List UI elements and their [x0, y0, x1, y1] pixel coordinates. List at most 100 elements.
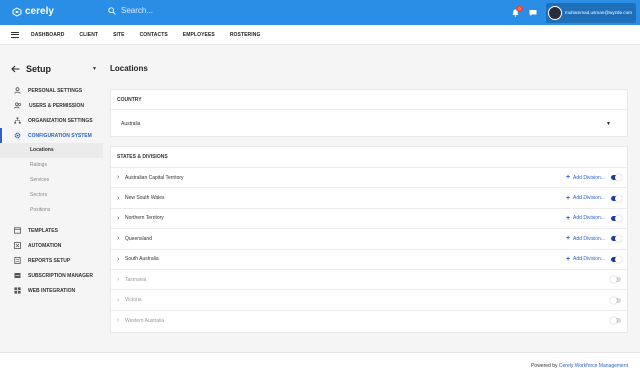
- sidebar-item-subscription-manager[interactable]: SUBSCRIPTION MANAGER: [0, 268, 103, 283]
- sidebar-item-label: WEB INTEGRATION: [28, 287, 76, 294]
- plus-icon: +: [565, 174, 571, 182]
- back-arrow-icon[interactable]: [11, 65, 20, 73]
- org-chart-icon: [14, 117, 21, 124]
- sub-item-sectors[interactable]: Sectors: [0, 188, 103, 203]
- notification-button[interactable]: 0: [512, 4, 524, 17]
- state-toggle[interactable]: [610, 296, 621, 304]
- nav-site[interactable]: SITE: [113, 32, 125, 38]
- toggle-knob: [615, 235, 622, 243]
- state-toggle[interactable]: [611, 235, 622, 243]
- state-row[interactable]: › Western Australia: [111, 311, 627, 331]
- chevron-right-icon[interactable]: ›: [117, 174, 125, 181]
- search-box[interactable]: Search...: [108, 6, 153, 15]
- state-toggle[interactable]: [611, 255, 622, 263]
- state-name: Queensland: [125, 235, 152, 242]
- footer-brand-link[interactable]: Cerely Workforce Management: [559, 363, 628, 369]
- state-toggle[interactable]: [610, 276, 621, 284]
- sidebar-item-users-permission[interactable]: USERS & PERMISSION: [0, 98, 103, 113]
- sidebar-item-label: USERS & PERMISSION: [29, 102, 85, 109]
- state-row[interactable]: › Tasmania: [111, 270, 627, 291]
- state-row[interactable]: › Australian Capital Territory + Add Divisi…: [111, 168, 627, 189]
- country-select[interactable]: Australia ▼: [111, 110, 627, 137]
- sidebar-item-templates[interactable]: TEMPLATES: [0, 223, 103, 238]
- app-logo[interactable]: cerely: [12, 6, 54, 17]
- state-row[interactable]: › Queensland + Add Division...: [111, 229, 627, 250]
- state-row[interactable]: › Victoria: [111, 290, 627, 311]
- sidebar-item-configuration-system[interactable]: CONFIGURATION SYSTEM: [0, 128, 103, 143]
- chevron-right-icon[interactable]: ›: [117, 235, 125, 242]
- toggle-knob: [615, 255, 622, 263]
- toggle-knob: [610, 276, 617, 284]
- add-division-button[interactable]: + Add Division...: [566, 256, 605, 263]
- toggle-knob: [610, 296, 617, 304]
- toggle-knob: [615, 194, 622, 202]
- add-division-button[interactable]: + Add Division...: [566, 195, 605, 202]
- sidebar-item-automation[interactable]: AUTOMATION: [0, 238, 103, 253]
- sidebar-item-label: PERSONAL SETTINGS: [28, 87, 83, 94]
- state-toggle[interactable]: [611, 194, 622, 202]
- nav-employees[interactable]: EMPLOYEES: [183, 32, 215, 38]
- search-icon: [108, 6, 116, 15]
- search-input[interactable]: Search...: [121, 6, 153, 15]
- automation-icon: [14, 242, 21, 249]
- cerely-logo-icon: [12, 6, 22, 17]
- state-toggle[interactable]: [610, 317, 621, 325]
- nav-dashboard[interactable]: DASHBOARD: [31, 32, 64, 38]
- sidebar-item-label: CONFIGURATION SYSTEM: [28, 132, 92, 139]
- chevron-right-icon[interactable]: ›: [117, 297, 125, 304]
- plus-icon: +: [565, 235, 571, 243]
- add-division-label: Add Division...: [573, 174, 605, 181]
- country-value: Australia: [121, 120, 141, 127]
- chevron-right-icon[interactable]: ›: [117, 195, 125, 202]
- chevron-right-icon[interactable]: ›: [117, 256, 125, 263]
- add-division-label: Add Division...: [573, 215, 605, 222]
- chevron-right-icon[interactable]: ›: [117, 317, 125, 324]
- country-card: COUNTRY Australia ▼: [110, 89, 628, 137]
- chat-icon: [529, 9, 537, 16]
- menu-icon[interactable]: [11, 31, 19, 38]
- sidebar-item-organization-settings[interactable]: ORGANIZATION SETTINGS: [0, 113, 103, 128]
- avatar: [548, 5, 563, 20]
- user-menu[interactable]: muhammad.usman@wyzde.com: [546, 2, 636, 23]
- top-bar: cerely Search... 0 muhammad.usman@wyzde.…: [0, 0, 640, 25]
- sidebar-item-label: SUBSCRIPTION MANAGER: [28, 272, 94, 279]
- add-division-button[interactable]: + Add Division...: [566, 235, 605, 242]
- sub-item-services[interactable]: Services: [0, 173, 103, 188]
- state-name: Victoria: [125, 297, 142, 304]
- state-toggle[interactable]: [611, 174, 622, 182]
- sidebar-item-label: TEMPLATES: [28, 227, 58, 234]
- report-icon: [14, 257, 21, 264]
- chevron-down-icon[interactable]: ▼: [92, 66, 97, 72]
- state-row[interactable]: › Northern Territory + Add Division...: [111, 209, 627, 230]
- sub-item-locations[interactable]: Locations: [0, 143, 103, 158]
- chevron-right-icon[interactable]: ›: [117, 215, 125, 222]
- toggle-knob: [610, 317, 617, 325]
- state-row[interactable]: › South Australia + Add Division...: [111, 250, 627, 270]
- sidebar-item-reports-setup[interactable]: REPORTS SETUP: [0, 253, 103, 268]
- setup-header: Setup ▼: [0, 55, 103, 83]
- messages-button[interactable]: [529, 9, 537, 17]
- country-header: COUNTRY: [111, 90, 627, 110]
- state-name: Tasmania: [125, 276, 147, 283]
- sidebar-item-label: AUTOMATION: [28, 242, 62, 249]
- sidebar-item-personal-settings[interactable]: PERSONAL SETTINGS: [0, 83, 103, 98]
- chevron-right-icon[interactable]: ›: [117, 276, 125, 283]
- add-division-label: Add Division...: [573, 195, 605, 202]
- nav-rostering[interactable]: ROSTERING: [230, 32, 261, 38]
- add-division-label: Add Division...: [573, 235, 605, 242]
- sidebar-item-web-integration[interactable]: WEB INTEGRATION: [0, 283, 103, 298]
- state-row[interactable]: › New South Wales + Add Division...: [111, 188, 627, 209]
- add-division-button[interactable]: + Add Division...: [566, 174, 605, 181]
- sidebar-item-label: REPORTS SETUP: [28, 257, 71, 264]
- notification-badge: 0: [516, 4, 524, 12]
- nav-client[interactable]: CLIENT: [79, 32, 98, 38]
- state-toggle[interactable]: [611, 214, 622, 222]
- gear-icon: [14, 132, 21, 139]
- sub-item-ratings[interactable]: Ratings: [0, 158, 103, 173]
- sub-item-positions[interactable]: Positions: [0, 203, 103, 218]
- nav-contacts[interactable]: CONTACTS: [140, 32, 168, 38]
- plus-icon: +: [565, 194, 571, 202]
- setup-sidebar: Setup ▼ PERSONAL SETTINGS USERS & PERMIS…: [0, 55, 103, 305]
- plus-icon: +: [565, 255, 571, 263]
- add-division-button[interactable]: + Add Division...: [566, 215, 605, 222]
